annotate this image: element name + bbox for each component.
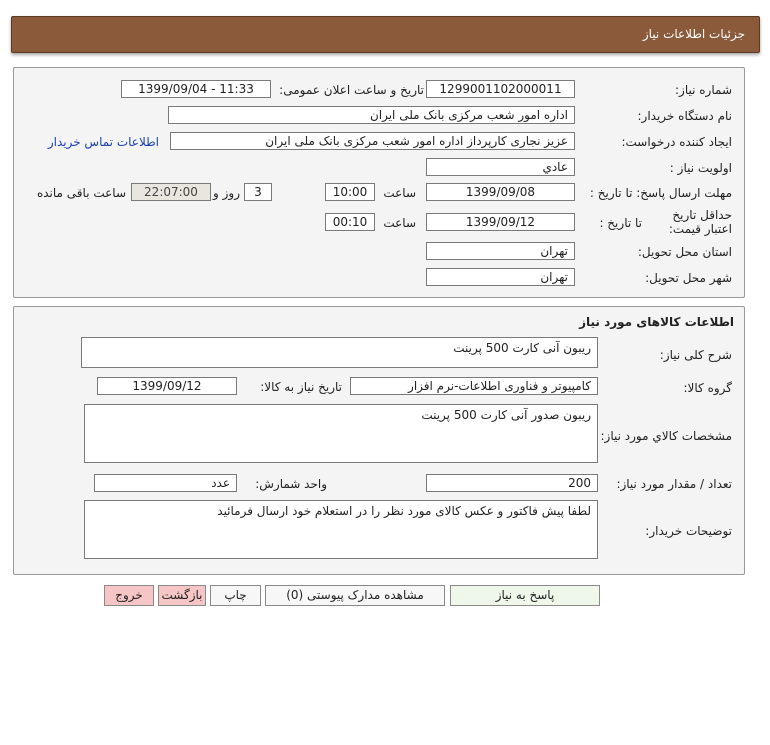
city-label: شهر محل تحویل: [645, 271, 732, 285]
page-header: جزئیات اطلاعات نیاز [11, 16, 760, 53]
priority-label: اولویت نیاز : [669, 161, 732, 175]
announce-label: تاریخ و ساعت اعلان عمومی: [279, 83, 424, 97]
need-info-panel [13, 67, 745, 298]
validity-date-field: 1399/09/12 [426, 213, 575, 231]
need-date-field: 1399/09/12 [97, 377, 237, 395]
announce-field: 1399/09/04 - 11:33 [121, 80, 271, 98]
remaining-time-field: 22:07:00 [131, 183, 211, 201]
validity-label: حداقل تاریخ اعتبار قیمت: [668, 208, 732, 236]
buyer-org-field: اداره امور شعب مرکزی بانک ملی ایران [168, 106, 575, 124]
deadline-time-field: 10:00 [325, 183, 375, 201]
exit-button[interactable]: خروج [104, 585, 154, 606]
buyer-notes-label: توضیحات خریدار: [645, 524, 732, 538]
need-number-label: شماره نیاز: [675, 83, 732, 97]
deadline-time-label: ساعت [383, 186, 416, 200]
validity-time-field: 00:10 [325, 213, 375, 231]
quantity-field: 200 [426, 474, 598, 492]
remaining-label: ساعت باقی مانده [36, 186, 126, 200]
need-number-field: 1299001102000011 [426, 80, 575, 98]
general-desc-field: ریبون آنی کارت 500 پرینت [81, 337, 598, 368]
need-date-label: تاریخ نیاز به کالا: [260, 380, 342, 394]
general-desc-label: شرح کلی نیاز: [659, 348, 732, 362]
buyer-contact-link[interactable]: اطلاعات تماس خریدار [48, 135, 159, 149]
requester-label: ایجاد کننده درخواست: [621, 135, 732, 149]
validity-until-label: تا تاریخ : [599, 216, 642, 230]
requester-field: عزیز نجاری کارپرداز اداره امور شعب مرکزی… [170, 132, 575, 150]
priority-field: عادي [426, 158, 575, 176]
validity-time-label: ساعت [383, 216, 416, 230]
goods-section-title: اطلاعات کالاهای مورد نیاز [579, 315, 734, 329]
province-field: تهران [426, 242, 575, 260]
city-field: تهران [426, 268, 575, 286]
days-remaining-field: 3 [244, 183, 272, 201]
goods-group-field: کامپیوتر و فناوری اطلاعات-نرم افزار [350, 377, 598, 395]
buyer-org-label: نام دستگاه خریدار: [637, 109, 733, 123]
unit-label: واحد شمارش: [255, 477, 327, 491]
goods-group-label: گروه کالا: [683, 381, 733, 395]
quantity-label: تعداد / مقدار مورد نیاز: [616, 477, 732, 491]
view-attachments-button[interactable]: مشاهده مدارک پیوستی (0) [265, 585, 445, 606]
print-button[interactable]: چاپ [210, 585, 261, 606]
deadline-date-field: 1399/09/08 [426, 183, 575, 201]
spec-label: مشخصات کالاي مورد نیاز: [600, 429, 732, 443]
deadline-label: مهلت ارسال پاسخ: تا تاریخ : [589, 186, 732, 200]
reply-button[interactable]: پاسخ به نیاز [450, 585, 600, 606]
back-button[interactable]: بازگشت [158, 585, 206, 606]
spec-field: ریبون صدور آنی کارت 500 پرینت [84, 404, 598, 463]
page-title: جزئیات اطلاعات نیاز [642, 27, 745, 41]
days-label: روز و [213, 186, 240, 200]
unit-field: عدد [94, 474, 237, 492]
buyer-notes-field: لطفا پیش فاکتور و عکس کالای مورد نظر را … [84, 500, 598, 559]
province-label: استان محل تحویل: [637, 245, 732, 259]
